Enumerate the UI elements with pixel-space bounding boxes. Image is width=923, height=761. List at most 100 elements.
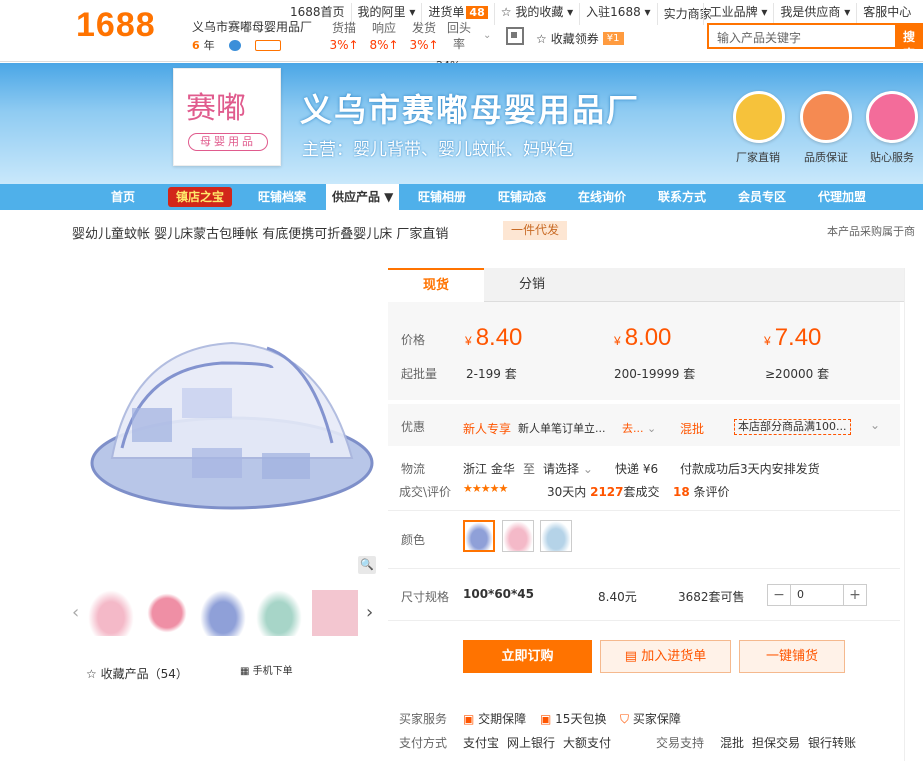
shop-logo[interactable]: 赛嘟 母婴用品 <box>173 68 281 166</box>
ship-to-select[interactable]: 请选择 ⌄ <box>543 460 593 477</box>
ship-from: 浙江 金华 <box>463 462 515 476</box>
thumbnail-pink-detail[interactable] <box>312 590 358 636</box>
review-suffix: 条评价 <box>693 485 730 499</box>
divider <box>388 568 900 569</box>
color-swatch-light-blue[interactable] <box>540 520 572 552</box>
one-click-list-button[interactable]: 一键铺货 <box>739 640 845 673</box>
promo-newbie[interactable]: 新人专享 <box>463 420 511 437</box>
service-icon <box>866 91 918 143</box>
store-deal-chevron-icon[interactable]: ⌄ <box>870 418 880 432</box>
express-fee: 快递 ¥6 <box>615 462 659 476</box>
promo-mixed[interactable]: 混批 <box>680 420 704 437</box>
moq-tier-2: 200-19999 套 <box>614 365 695 382</box>
link-favorites[interactable]: ☆ 我的收藏 ▾ <box>493 3 579 25</box>
zoom-icon[interactable]: 🔍 <box>358 556 376 574</box>
rating-stars[interactable]: ★★★★★ <box>463 482 508 495</box>
link-strength[interactable]: 实力商家 <box>656 3 712 25</box>
service-exchange-label: 15天包换 <box>555 712 607 726</box>
product-main-image[interactable] <box>72 268 382 578</box>
promo-label: 优惠 <box>401 420 426 434</box>
tab-distribution[interactable]: 分销 <box>484 268 580 302</box>
color-swatch-pink[interactable] <box>502 520 534 552</box>
price-tier-2-currency: ¥ <box>614 334 621 348</box>
size-label: 尺寸规格 <box>401 590 450 604</box>
favorite-product[interactable]: ☆ 收藏产品（54） <box>86 665 188 682</box>
score-desc: 货描 3%↑ <box>326 20 362 54</box>
quantity-plus-button[interactable]: + <box>844 585 866 605</box>
moq-tier-2-unit: 套 <box>683 367 696 381</box>
search-button[interactable]: 搜索 <box>897 23 923 61</box>
nav-agency[interactable]: 代理加盟 <box>818 184 866 210</box>
tab-in-stock[interactable]: 现货 <box>388 268 484 302</box>
thumb-prev-arrow-icon[interactable]: ‹ <box>72 602 79 623</box>
trust-icon <box>254 39 281 51</box>
thumbnail-pink-round[interactable] <box>144 590 190 636</box>
service-exchange[interactable]: ▣ 15天包换 <box>540 710 606 727</box>
thumbnail-green[interactable] <box>256 590 302 636</box>
coupon-link[interactable]: ☆ 收藏领券 ¥1 <box>536 30 624 47</box>
mobile-order[interactable]: ▦ 手机下单 <box>240 662 293 677</box>
size-price: 8.40元 <box>598 590 637 604</box>
price-tier-3: ¥7.40 <box>764 324 821 352</box>
quantity-input[interactable]: 0 <box>790 585 844 605</box>
badge-service: 贴心服务 <box>870 151 914 164</box>
promo-go-link[interactable]: 去... ⌄ <box>622 420 656 436</box>
score-response-label: 响应 <box>371 21 396 35</box>
review-count[interactable]: 18 条评价 <box>673 483 730 500</box>
nav-profile[interactable]: 旺铺档案 <box>258 184 306 210</box>
quantity-minus-button[interactable]: − <box>768 585 790 605</box>
link-supplier[interactable]: 我是供应商 ▾ <box>773 3 856 25</box>
link-service[interactable]: 客服中心 <box>856 3 917 25</box>
service-delivery[interactable]: ▣ 交期保障 <box>463 710 526 727</box>
service-guarantee-label: 买家保障 <box>632 712 681 726</box>
moq-tier-1: 2-199 套 <box>466 365 517 382</box>
search-input[interactable]: 输入产品关键字 <box>707 23 897 49</box>
mobile-qr-icon: ▦ <box>240 666 250 677</box>
score-ship-value: 3%↑ <box>409 38 439 52</box>
add-to-cart-button[interactable]: ▤ 加入进货单 <box>600 640 731 673</box>
years-unit: 年 <box>203 39 215 52</box>
trade-escrow: 担保交易 <box>752 736 801 750</box>
qr-code-icon[interactable] <box>506 27 524 45</box>
dropship-tag[interactable]: 一件代发 <box>503 221 568 240</box>
baby-tent-image <box>90 341 374 510</box>
service-label: 买家服务 <box>399 712 448 726</box>
ship-to-value: 请选择 <box>543 462 580 476</box>
link-join[interactable]: 入驻1688 ▾ <box>579 3 656 25</box>
size-value: 100*60*45 <box>463 587 534 601</box>
nav-home[interactable]: 首页 <box>111 184 135 210</box>
shop-nav: 首页 镇店之宝 旺铺档案 供应产品 ▼ 旺铺相册 旺铺动态 在线询价 联系方式 … <box>0 184 923 210</box>
promo-store-deal[interactable]: 本店部分商品满100... <box>734 419 851 435</box>
review-label: 成交\评价 <box>399 485 452 499</box>
nav-inquiry[interactable]: 在线询价 <box>578 184 626 210</box>
logo-sub: 母婴用品 <box>188 133 268 151</box>
nav-members[interactable]: 会员专区 <box>738 184 786 210</box>
nav-album[interactable]: 旺铺相册 <box>418 184 466 210</box>
color-swatch-blue[interactable] <box>463 520 495 552</box>
service-guarantee[interactable]: ⛉ 买家保障 <box>620 710 681 727</box>
scores-expand-icon[interactable]: ⌄ <box>483 30 491 41</box>
nav-products[interactable]: 供应产品 ▼ <box>326 184 400 210</box>
nav-hot-item[interactable]: 镇店之宝 <box>168 187 233 207</box>
procurement-note: 本产品采购属于商 <box>827 225 915 238</box>
score-ship-label: 发货 <box>411 21 436 35</box>
thumbnail-blue[interactable] <box>200 590 246 636</box>
score-desc-label: 货描 <box>331 21 356 35</box>
thumbnail-pink[interactable] <box>88 590 134 636</box>
logistics-label: 物流 <box>401 462 426 476</box>
thumb-next-arrow-icon[interactable]: › <box>366 602 373 623</box>
nav-news[interactable]: 旺铺动态 <box>498 184 546 210</box>
trade-support-label: 交易支持 <box>656 736 705 750</box>
divider <box>388 620 900 621</box>
score-return-label: 回头率 <box>446 21 471 51</box>
nav-contact[interactable]: 联系方式 <box>658 184 706 210</box>
link-industrial[interactable]: 工业品牌 ▾ <box>702 3 774 25</box>
mobile-order-label: 手机下单 <box>252 666 293 677</box>
moq-tier-3-unit: 套 <box>817 367 830 381</box>
buy-now-button[interactable]: 立即订购 <box>463 640 592 673</box>
coupon-label: 收藏领券 <box>550 32 599 46</box>
right-column-edge <box>904 268 923 761</box>
shop-years: 6 年 <box>192 37 281 53</box>
site-logo[interactable]: 1688 <box>76 6 156 45</box>
quality-icon <box>800 91 852 143</box>
